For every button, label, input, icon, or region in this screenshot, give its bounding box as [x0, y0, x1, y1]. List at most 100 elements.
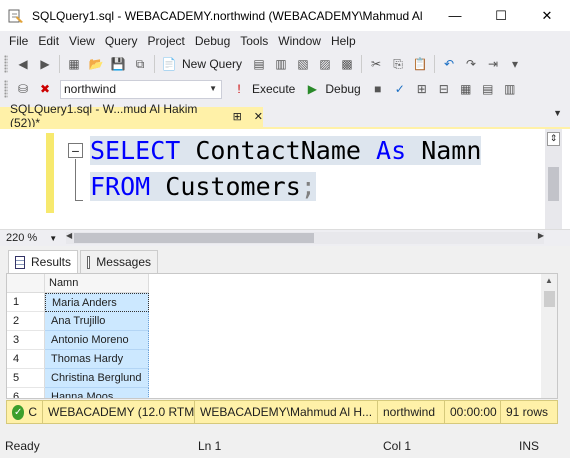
disconnect-icon[interactable]: ✖: [36, 80, 54, 98]
toolbar-options-icon[interactable]: ▾: [506, 55, 524, 73]
toolbar-grip[interactable]: [4, 55, 8, 73]
analysis-query-icon[interactable]: ▥: [272, 55, 290, 73]
grid-cell[interactable]: Thomas Hardy: [45, 350, 149, 369]
table-row[interactable]: 6 Hanna Moos: [7, 388, 543, 398]
editor-horizontal-scrollbar[interactable]: ◀ ▶: [66, 231, 544, 244]
new-query-button[interactable]: New Query: [182, 57, 242, 71]
grid-cell[interactable]: Antonio Moreno: [45, 331, 149, 350]
grid-cell[interactable]: Christina Berglund: [45, 369, 149, 388]
menu-tools[interactable]: Tools: [235, 34, 273, 48]
cut-icon[interactable]: ✂: [367, 55, 385, 73]
close-tab-icon[interactable]: ✕: [254, 110, 263, 123]
copy-icon[interactable]: ⎘: [389, 55, 407, 73]
split-window-icon[interactable]: ⇕: [547, 132, 560, 146]
scroll-left-icon[interactable]: ◀: [66, 231, 72, 240]
code-line-1[interactable]: SELECT ContactName As Namn: [90, 133, 482, 169]
row-number[interactable]: 4: [7, 350, 45, 369]
tab-results[interactable]: Results: [8, 250, 78, 273]
new-project-icon[interactable]: ▦: [65, 55, 83, 73]
fold-guide: [75, 159, 76, 201]
menu-edit[interactable]: Edit: [33, 34, 64, 48]
code-line-2[interactable]: FROM Customers;: [90, 169, 316, 205]
dmx-query-icon[interactable]: ▧: [294, 55, 312, 73]
grid-cell[interactable]: Maria Anders: [45, 293, 149, 312]
execute-button[interactable]: Execute: [252, 82, 295, 96]
table-row[interactable]: 1 Maria Anders: [7, 293, 543, 312]
results-to-grid-icon[interactable]: ▦: [457, 80, 475, 98]
table-row[interactable]: 4 Thomas Hardy: [7, 350, 543, 369]
menu-query[interactable]: Query: [100, 34, 143, 48]
display-plan-icon[interactable]: ⊞: [413, 80, 431, 98]
tab-sqlquery1[interactable]: SQLQuery1.sql - W...mud Al Hakim (52))* …: [0, 102, 263, 130]
table-row[interactable]: 2 Ana Trujillo: [7, 312, 543, 331]
chevron-down-icon: ▼: [209, 83, 217, 93]
tab-list-dropdown-icon[interactable]: ▼: [553, 108, 562, 118]
menu-file[interactable]: File: [4, 34, 33, 48]
parse-checkmark-icon[interactable]: ✓: [391, 80, 409, 98]
debug-button[interactable]: Debug: [325, 82, 360, 96]
scroll-up-icon[interactable]: ▲: [545, 276, 553, 285]
row-number[interactable]: 5: [7, 369, 45, 388]
back-icon[interactable]: ◀: [14, 55, 32, 73]
keyword-select: SELECT: [90, 136, 181, 165]
zoom-selector[interactable]: 220 % ▼: [6, 230, 64, 246]
grid-vertical-scrollbar[interactable]: ▲: [541, 274, 557, 398]
row-number[interactable]: 2: [7, 312, 45, 331]
grid-cell[interactable]: Hanna Moos: [45, 388, 149, 398]
row-number[interactable]: 6: [7, 388, 45, 398]
database-engine-query-icon[interactable]: ▤: [250, 55, 268, 73]
debug-start-icon[interactable]: ▶: [303, 80, 321, 98]
open-file-icon[interactable]: 📂: [87, 55, 105, 73]
paste-icon[interactable]: 📋: [411, 55, 429, 73]
menu-view[interactable]: View: [64, 34, 100, 48]
grid-corner[interactable]: [7, 274, 45, 293]
tab-messages[interactable]: Messages: [80, 250, 158, 273]
toolbar-separator: [154, 55, 155, 73]
execute-icon[interactable]: !: [230, 80, 248, 98]
scroll-right-icon[interactable]: ▶: [538, 231, 544, 240]
connect-icon[interactable]: ⛁: [14, 80, 32, 98]
undo-icon[interactable]: ↶: [440, 55, 458, 73]
scroll-thumb[interactable]: [548, 167, 559, 201]
table-row[interactable]: 3 Antonio Moreno: [7, 331, 543, 350]
row-number[interactable]: 3: [7, 331, 45, 350]
server-info: WEBACADEMY (12.0 RTM): [43, 400, 195, 424]
column-header-namn[interactable]: Namn: [45, 274, 149, 293]
editor-vertical-scrollbar[interactable]: ⇕: [545, 129, 562, 229]
table-row[interactable]: 5 Christina Berglund: [7, 369, 543, 388]
properties-icon[interactable]: ▩: [338, 55, 356, 73]
xmla-query-icon[interactable]: ▨: [316, 55, 334, 73]
redo-icon[interactable]: ↷: [462, 55, 480, 73]
menu-window[interactable]: Window: [273, 34, 326, 48]
new-query-icon[interactable]: 📄: [160, 55, 178, 73]
grid-cell[interactable]: Ana Trujillo: [45, 312, 149, 331]
pin-icon[interactable]: ⊞: [233, 110, 242, 123]
row-number[interactable]: 1: [7, 293, 45, 312]
query-state-text: C: [28, 405, 37, 419]
results-grid[interactable]: Namn 1 Maria Anders 2 Ana Trujillo 3 Ant…: [6, 273, 558, 399]
cancel-query-icon[interactable]: ■: [369, 80, 387, 98]
save-icon[interactable]: 💾: [109, 55, 127, 73]
menu-help[interactable]: Help: [326, 34, 361, 48]
menu-project[interactable]: Project: [143, 34, 190, 48]
sql-editor-toolbar: ⛁ ✖ northwind ▼ ! Execute ▶ Debug ■ ✓ ⊞ …: [0, 76, 570, 102]
navigate-icon[interactable]: ⇥: [484, 55, 502, 73]
app-status-bar: Ready Ln 1 Col 1 INS: [0, 434, 570, 458]
maximize-button[interactable]: ☐: [478, 0, 524, 31]
scroll-thumb[interactable]: [74, 233, 314, 243]
query-editor[interactable]: − SELECT ContactName As Namn FROM Custom…: [0, 129, 570, 229]
chevron-down-icon: ▼: [49, 233, 58, 243]
collapse-icon[interactable]: −: [68, 143, 83, 158]
database-selector[interactable]: northwind ▼: [60, 79, 222, 99]
close-button[interactable]: ✕: [524, 0, 570, 31]
results-to-file-icon[interactable]: ▥: [501, 80, 519, 98]
minimize-button[interactable]: —: [432, 0, 478, 31]
scroll-thumb[interactable]: [544, 291, 555, 307]
toolbar-grip[interactable]: [4, 80, 8, 98]
document-tab-strip: SQLQuery1.sql - W...mud Al Hakim (52))* …: [0, 102, 570, 130]
menu-debug[interactable]: Debug: [190, 34, 235, 48]
forward-icon[interactable]: ▶: [36, 55, 54, 73]
query-designer-icon[interactable]: ⊟: [435, 80, 453, 98]
save-all-icon[interactable]: ⧉: [131, 55, 149, 73]
results-to-text-icon[interactable]: ▤: [479, 80, 497, 98]
